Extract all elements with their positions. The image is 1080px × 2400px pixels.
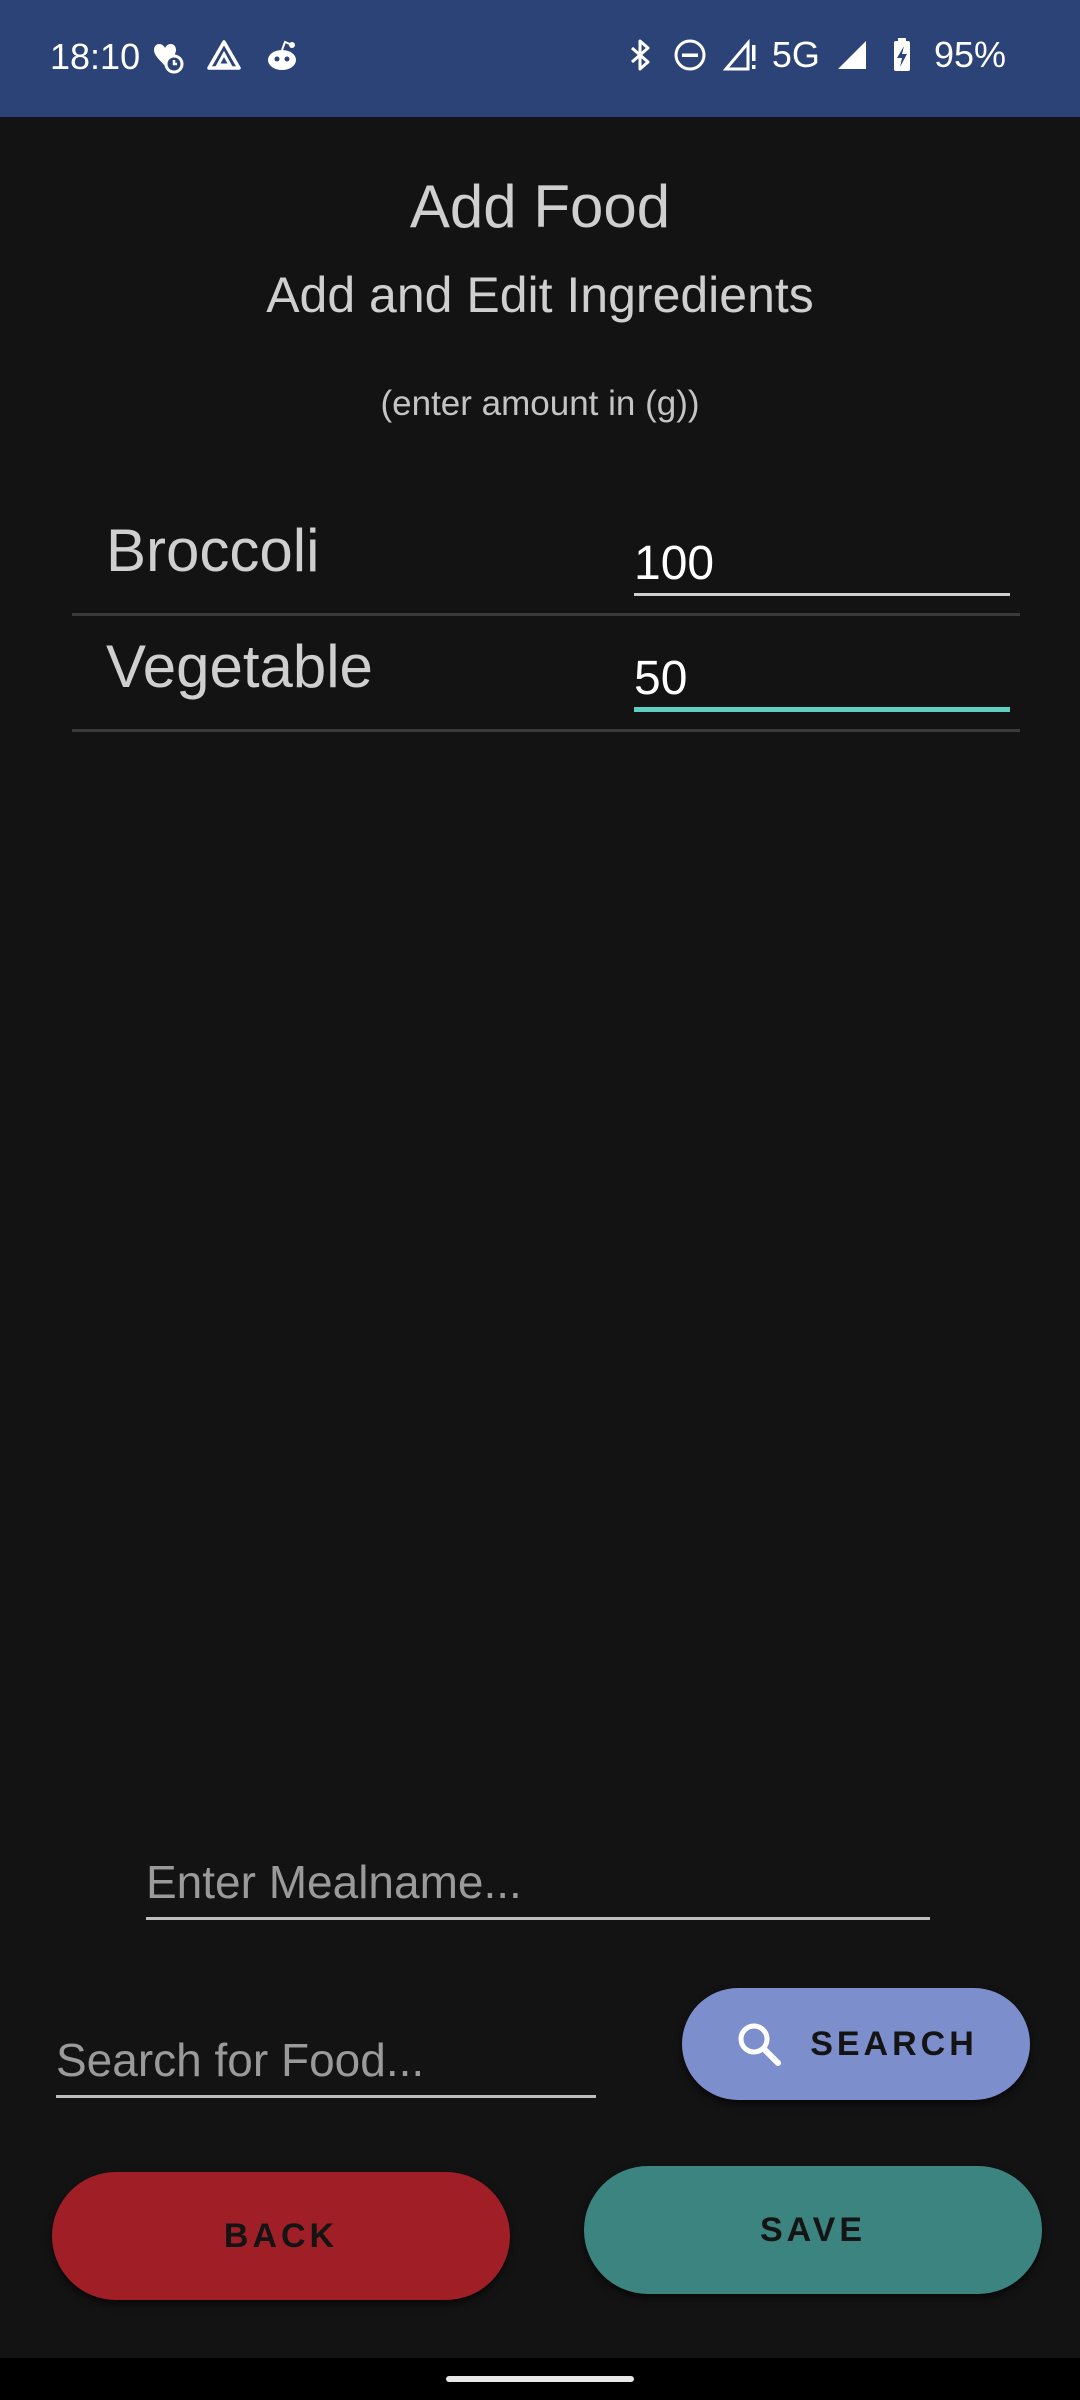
save-button-label: SAVE <box>759 2210 867 2249</box>
ingredient-name: Broccoli <box>106 517 320 584</box>
search-button[interactable]: SEARCH <box>682 1988 1030 2100</box>
drive-icon <box>207 40 241 70</box>
food-search-input[interactable] <box>56 2024 596 2098</box>
home-gesture-handle[interactable] <box>446 2376 634 2382</box>
ingredient-list: Broccoli Vegetable <box>72 500 1020 732</box>
signal-icon <box>837 41 866 69</box>
mealname-input[interactable] <box>146 1846 930 1920</box>
bluetooth-icon <box>630 39 650 71</box>
status-time: 18:10 <box>50 36 141 77</box>
system-icons: 5G 95% <box>622 34 1006 76</box>
health-alarm-icon <box>154 44 184 74</box>
back-button-label: BACK <box>223 2216 339 2255</box>
ingredient-name: Vegetable <box>106 633 373 700</box>
back-button[interactable]: BACK <box>52 2172 510 2300</box>
save-button[interactable]: SAVE <box>584 2166 1042 2294</box>
ingredient-amount-input[interactable] <box>634 636 1010 712</box>
ingredient-amount-input[interactable] <box>634 520 1010 596</box>
battery-charging-icon <box>893 38 910 71</box>
ingredient-row: Vegetable <box>72 616 1020 732</box>
status-bar: 18:10 5G 95% <box>0 0 1080 117</box>
page-subtitle: Add and Edit Ingredients <box>266 267 814 323</box>
search-button-label: SEARCH <box>810 2024 978 2063</box>
battery-level: 95% <box>933 34 1006 75</box>
do-not-disturb-icon <box>674 39 706 71</box>
signal-alert-icon <box>722 38 756 71</box>
page-title: Add Food <box>409 173 671 240</box>
ingredient-row: Broccoli <box>72 500 1020 616</box>
network-type: 5G <box>771 34 820 75</box>
search-icon <box>738 2023 782 2066</box>
amount-hint: (enter amount in (g)) <box>380 384 700 423</box>
notification-icons <box>148 38 300 74</box>
reddit-icon <box>268 40 296 70</box>
